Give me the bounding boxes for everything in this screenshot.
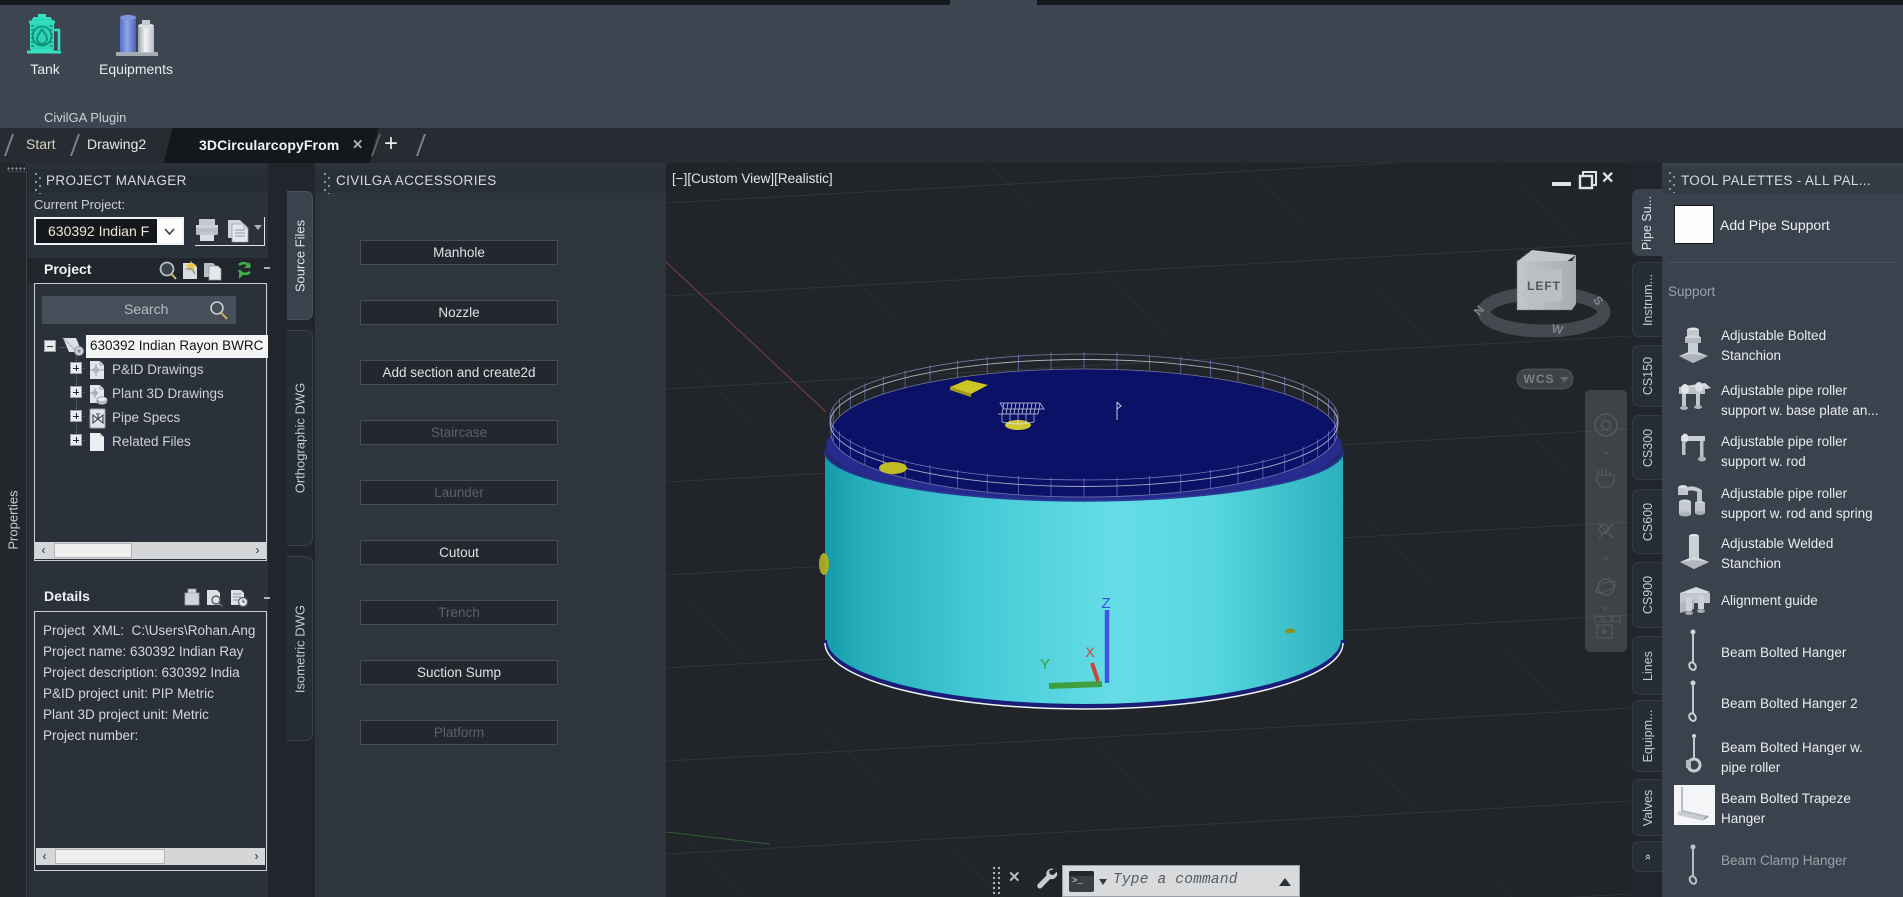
svg-text:X: X: [1085, 644, 1095, 660]
svg-text:WCS: WCS: [1524, 372, 1555, 386]
svg-text:Y: Y: [1040, 656, 1050, 673]
svg-text:LEFT: LEFT: [1527, 279, 1561, 293]
svg-text:Z: Z: [1101, 595, 1110, 612]
